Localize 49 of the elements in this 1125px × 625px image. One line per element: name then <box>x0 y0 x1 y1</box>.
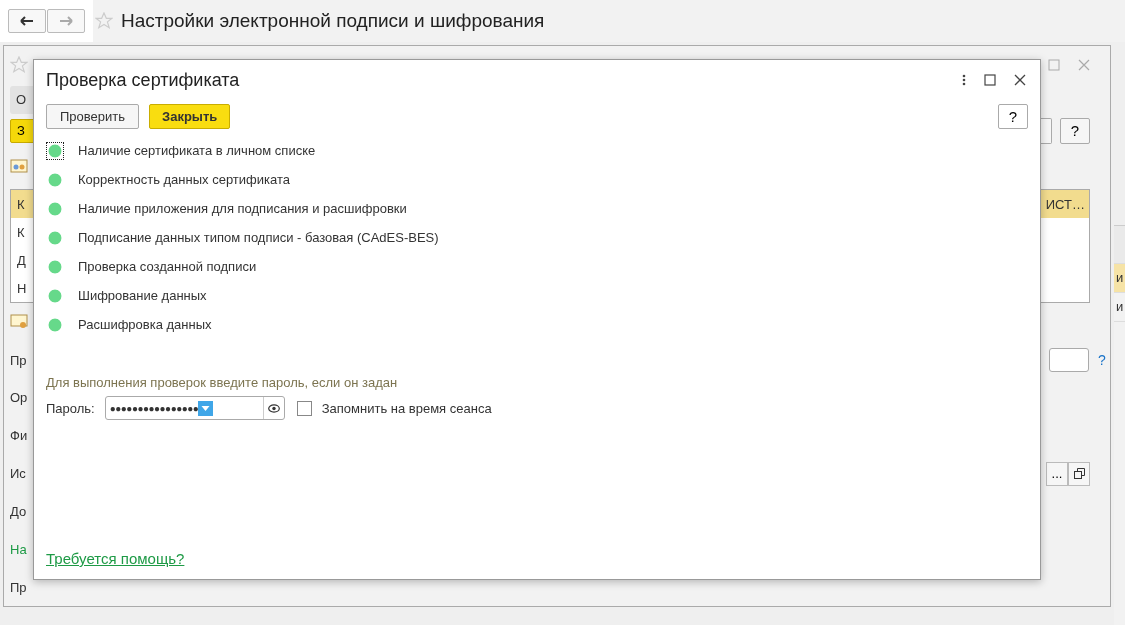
close-button[interactable]: Закрыть <box>149 103 231 129</box>
select-button[interactable]: ... <box>1046 461 1068 486</box>
close-icon[interactable] <box>1014 74 1026 86</box>
field-label: Пр <box>10 579 27 595</box>
eye-icon[interactable] <box>267 403 280 413</box>
check-label: Расшифровка данных <box>78 317 212 332</box>
arrow-right-icon <box>59 16 73 26</box>
list-row[interactable]: и <box>1114 293 1125 322</box>
field-label: Ис <box>10 466 26 482</box>
password-label: Пароль: <box>46 400 95 416</box>
help-button[interactable]: ? <box>1060 117 1090 144</box>
star-icon[interactable] <box>95 12 113 30</box>
table-cell: ИСТ… <box>1045 196 1085 212</box>
check-button[interactable]: Проверить <box>46 103 139 129</box>
checkbox-label: Запомнить на время сеанса <box>321 400 492 416</box>
checkbox[interactable] <box>296 400 312 416</box>
check-label: Корректность данных сертификата <box>78 172 290 187</box>
table-cell: К <box>17 196 25 212</box>
check-label: Наличие сертификата в личном списке <box>78 143 316 158</box>
check-label: Проверка созданной подписи <box>78 259 257 274</box>
dropdown-icon[interactable] <box>198 400 214 416</box>
arrow-left-icon <box>20 16 34 26</box>
hint-text: Для выполнения проверок введите пароль, если он задан <box>46 375 399 390</box>
field-label: На <box>10 541 27 557</box>
input-field[interactable] <box>1049 348 1089 373</box>
password-value: ●●●●●●●●●●●●●●●● <box>109 402 199 414</box>
check-label: Подписание данных типом подписи - базовая (CAdES-BES) <box>78 230 439 245</box>
check-label: Шифрование данных <box>78 288 207 303</box>
certificate-icon <box>10 159 28 176</box>
more-icon[interactable] <box>962 73 966 87</box>
help-button[interactable]: ? <box>998 103 1028 129</box>
password-field[interactable]: ●●●●●●●●●●●●●●●● <box>104 396 285 420</box>
open-window-icon <box>1073 468 1085 480</box>
back-button[interactable] <box>8 9 46 33</box>
field-label: Ор <box>10 390 28 406</box>
maximize-icon[interactable] <box>984 74 996 86</box>
certificate-icon <box>10 314 28 331</box>
help-link[interactable]: Требуется помощь? <box>46 550 185 567</box>
table-cell: Н <box>17 280 27 296</box>
window-title: Настройки электронной подписи и шифрования <box>121 10 545 32</box>
table-cell: Д <box>17 252 26 268</box>
check-label: Наличие приложения для подписания и расшифровки <box>78 201 407 216</box>
field-label: Пр <box>10 352 27 368</box>
help-link[interactable]: ? <box>1098 352 1108 369</box>
field-label: Фи <box>10 428 28 444</box>
field-label: До <box>10 503 27 519</box>
open-button[interactable] <box>1068 461 1090 486</box>
star-icon[interactable] <box>10 55 28 74</box>
list-row[interactable]: и <box>1114 264 1125 293</box>
